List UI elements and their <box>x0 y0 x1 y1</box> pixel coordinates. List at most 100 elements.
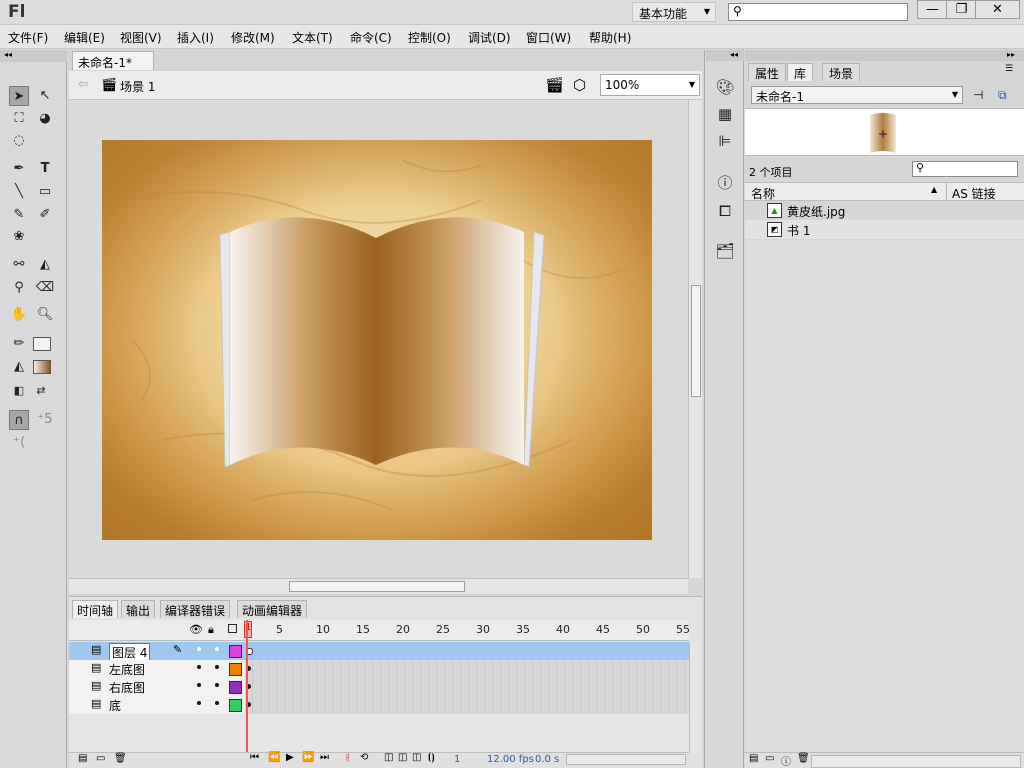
zoom-tool-icon[interactable]: 🔍︎ <box>35 305 55 325</box>
stage-horizontal-scrollbar[interactable] <box>69 578 688 594</box>
go-to-last-frame-icon[interactable]: ⏭ <box>320 752 329 763</box>
straighten-icon[interactable]: ⁺⟨ <box>9 433 29 453</box>
default-colors-icon[interactable]: ◧ <box>9 381 29 401</box>
pen-tool-icon[interactable]: ✒ <box>9 159 29 179</box>
menu-commands[interactable]: 命令(C) <box>350 29 392 46</box>
brush-tool-icon[interactable]: ✐ <box>35 205 55 225</box>
tab-motion-editor[interactable]: 动画编辑器 <box>237 600 308 618</box>
modify-markers-icon[interactable]: ⦗⦘ <box>428 752 435 763</box>
library-panel-grip[interactable]: ▸▸ <box>745 50 1024 61</box>
layer-row[interactable]: ▤ 底 <box>69 696 689 714</box>
maximize-button[interactable]: ❐ <box>946 0 977 19</box>
center-frame-icon[interactable]: ⫲ <box>346 752 349 763</box>
new-layer-icon[interactable]: ▤ <box>78 753 87 764</box>
column-name[interactable]: 名称 <box>751 185 775 202</box>
stage-vertical-scrollbar[interactable] <box>688 100 702 578</box>
zoom-select[interactable]: 100% ▼ <box>600 74 700 96</box>
smooth-icon[interactable]: ⁺5 <box>35 410 55 430</box>
panel-collapse-grip[interactable]: ◂◂ <box>706 50 744 61</box>
3d-rotation-tool-icon[interactable]: ◕ <box>35 109 55 129</box>
play-icon[interactable]: ▶ <box>286 752 294 763</box>
loop-icon[interactable]: ⟲ <box>360 752 368 763</box>
column-linkage[interactable]: AS 链接 <box>952 185 996 202</box>
tab-properties[interactable]: 属性 <box>748 63 787 81</box>
stroke-color-swatch[interactable] <box>33 337 51 351</box>
tab-library[interactable]: 库 <box>787 63 814 81</box>
menu-control[interactable]: 控制(O) <box>408 29 451 46</box>
line-tool-icon[interactable]: ╲ <box>9 182 29 202</box>
timeline-horizontal-scrollbar[interactable] <box>566 754 686 765</box>
visibility-dot[interactable] <box>197 701 201 705</box>
menu-debug[interactable]: 调试(D) <box>468 29 511 46</box>
align-panel-icon[interactable]: ⊫ <box>712 130 738 152</box>
onion-skin-outlines-icon[interactable]: ◫ <box>398 752 407 763</box>
menu-modify[interactable]: 修改(M) <box>231 29 275 46</box>
layer-frames[interactable] <box>245 660 689 678</box>
go-to-first-frame-icon[interactable]: ⏮ <box>250 752 259 763</box>
edit-scene-icon[interactable]: 🎬︎ <box>545 76 564 94</box>
rectangle-tool-icon[interactable]: ▭ <box>35 182 55 202</box>
snap-to-objects-icon[interactable]: ∩ <box>9 410 29 430</box>
menu-view[interactable]: 视图(V) <box>120 29 162 46</box>
layer-outline-color[interactable] <box>229 663 242 676</box>
layer-outline-color[interactable] <box>229 645 242 658</box>
vertical-scroll-thumb[interactable] <box>691 285 701 397</box>
color-panel-icon[interactable]: 🎨︎ <box>712 76 738 98</box>
selection-tool-icon[interactable]: ➤ <box>9 86 29 106</box>
lock-dot[interactable] <box>215 683 219 687</box>
edit-symbols-icon[interactable]: ⬡ <box>573 76 586 94</box>
tab-scene[interactable]: 场景 <box>822 63 861 81</box>
layer-name[interactable]: 右底图 <box>109 679 145 696</box>
library-item[interactable]: ◩ 书 1 <box>745 220 1024 239</box>
transform-panel-icon[interactable]: ⧠ <box>712 200 738 222</box>
library-item[interactable]: ▲ 黄皮纸.jpg <box>745 201 1024 220</box>
tab-compiler-errors[interactable]: 编译器错误 <box>160 600 231 618</box>
text-tool-icon[interactable]: T <box>35 159 55 179</box>
step-back-icon[interactable]: ⏪ <box>268 752 280 763</box>
layer-frames[interactable] <box>245 642 689 660</box>
menu-help[interactable]: 帮助(H) <box>589 29 631 46</box>
hand-tool-icon[interactable]: ✋ <box>9 305 29 325</box>
tab-timeline[interactable]: 时间轴 <box>72 600 119 618</box>
layer-outline-color[interactable] <box>229 699 242 712</box>
pin-library-icon[interactable]: ⊣ <box>973 88 983 102</box>
layer-frames[interactable] <box>245 678 689 696</box>
panel-menu-icon[interactable]: ☰ <box>1005 64 1013 74</box>
free-transform-tool-icon[interactable]: ⛶ <box>9 109 29 129</box>
menu-text[interactable]: 文本(T) <box>292 29 333 46</box>
menu-file[interactable]: 文件(F) <box>8 29 48 46</box>
tools-panel-grip[interactable]: ◂◂ <box>0 50 67 62</box>
layer-row[interactable]: ▤ 左底图 <box>69 660 689 678</box>
lock-dot[interactable] <box>215 701 219 705</box>
new-library-panel-icon[interactable]: ⧉ <box>998 88 1007 103</box>
subselection-tool-icon[interactable]: ↖ <box>35 86 55 106</box>
menu-insert[interactable]: 插入(I) <box>177 29 214 46</box>
stage[interactable] <box>102 140 652 540</box>
fill-color-icon[interactable]: ◭ <box>9 357 29 377</box>
lock-dot[interactable] <box>215 665 219 669</box>
delete-icon[interactable]: 🗑︎ <box>797 753 810 764</box>
library-document-select[interactable]: 未命名-1 ▼ <box>751 86 963 104</box>
menu-edit[interactable]: 编辑(E) <box>64 29 105 46</box>
frame-rate[interactable]: 12.00 fps <box>487 754 534 765</box>
close-button[interactable]: ✕ <box>975 0 1020 19</box>
new-folder-icon[interactable]: ▭ <box>96 753 105 764</box>
swap-colors-icon[interactable]: ⇄ <box>31 381 51 401</box>
visibility-dot[interactable] <box>197 683 201 687</box>
help-search-input[interactable]: ⚲ <box>728 3 908 21</box>
visibility-dot[interactable] <box>197 665 201 669</box>
minimize-button[interactable]: — <box>917 0 948 19</box>
bone-tool-icon[interactable]: ⚯ <box>9 255 29 275</box>
outline-icon[interactable] <box>228 624 237 633</box>
pencil-tool-icon[interactable]: ✎ <box>9 205 29 225</box>
library-horizontal-scrollbar[interactable] <box>811 755 1021 768</box>
step-forward-icon[interactable]: ⏩ <box>302 752 314 763</box>
horizontal-scroll-thumb[interactable] <box>289 581 465 592</box>
components-panel-icon[interactable]: 🗂︎ <box>712 240 738 262</box>
lock-icon[interactable]: 🔒︎ <box>208 623 214 637</box>
layer-name[interactable]: 左底图 <box>109 661 145 678</box>
onion-skin-icon[interactable]: ◫ <box>384 752 393 763</box>
new-folder-icon[interactable]: ▭ <box>765 753 774 764</box>
document-tab[interactable]: 未命名-1* × <box>72 51 154 85</box>
lock-dot[interactable] <box>215 647 219 651</box>
